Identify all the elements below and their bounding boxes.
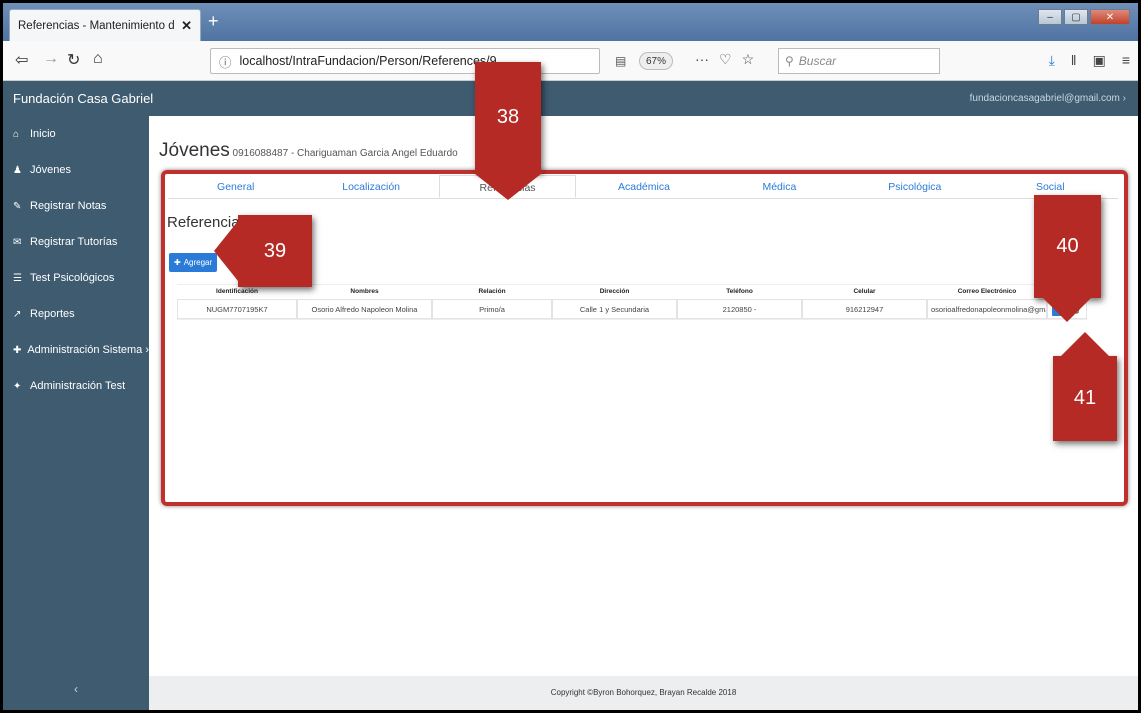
callout-40: 40 (1034, 195, 1101, 298)
test-icon: ✦ (13, 380, 22, 392)
sidebar-item-administracion-test[interactable]: ✦ Administración Test (3, 368, 149, 404)
search-box[interactable]: ⚲ Buscar (778, 48, 940, 74)
window-controls: – ▢ ✕ (1038, 9, 1130, 25)
callout-41-arrow (1060, 332, 1110, 357)
home-icon: ⌂ (13, 128, 20, 140)
reload-icon[interactable]: ↻ (67, 50, 80, 70)
library-icon[interactable]: ‖ (1071, 52, 1077, 69)
bookmark-star-icon[interactable]: ☆ (742, 51, 755, 68)
callout-39: 39 (238, 215, 312, 287)
chart-icon: ↗ (13, 308, 22, 320)
page-header: Jóvenes 0916088487 - Chariguaman Garcia … (159, 140, 458, 162)
callout-39-arrow (214, 221, 238, 281)
page-subtitle: 0916088487 - Chariguaman Garcia Angel Ed… (229, 148, 458, 159)
more-actions-icon[interactable]: ··· (695, 51, 709, 68)
search-icon: ⚲ (785, 54, 794, 68)
callout-41: 41 (1053, 356, 1117, 441)
edit-icon: ✎ (13, 200, 22, 212)
close-window-button[interactable]: ✕ (1090, 9, 1130, 25)
close-tab-icon[interactable]: ✕ (175, 18, 192, 34)
sidebar-item-label: Registrar Tutorías (30, 236, 118, 248)
sidebar-item-jovenes[interactable]: ♟ Jóvenes (3, 152, 149, 188)
menu-icon[interactable]: ≡ (1122, 52, 1130, 69)
browser-tab-title: Referencias - Mantenimiento de Jó (18, 19, 175, 32)
sidebar-collapse-button[interactable]: ‹ (3, 682, 149, 696)
url-text: localhost/IntraFundacion/Person/Referenc… (239, 54, 497, 68)
sidebar-item-label: Administración Sistema › (27, 344, 149, 356)
wrench-icon: ✚ (13, 344, 22, 356)
minimize-button[interactable]: – (1038, 9, 1062, 25)
tutor-icon: ✉ (13, 236, 22, 248)
browser-navbar: ⇦ → ↻ ⌂ ⓘ localhost/IntraFundacion/Perso… (3, 41, 1138, 81)
brand-title[interactable]: Fundación Casa Gabriel (13, 91, 153, 106)
sidebar-item-registrar-notas[interactable]: ✎ Registrar Notas (3, 188, 149, 224)
sidebar-item-label: Jóvenes (30, 164, 71, 176)
pocket-icon[interactable]: ♡ (719, 51, 732, 68)
forward-icon[interactable]: → (43, 50, 59, 68)
sidebar-item-label: Registrar Notas (30, 200, 107, 212)
home-icon[interactable]: ⌂ (93, 50, 103, 68)
back-icon[interactable]: ⇦ (15, 50, 28, 70)
sidebar-item-label: Administración Test (30, 380, 126, 392)
toolbar-icons: ⤓ ‖ ▣ ≡ (1049, 52, 1130, 69)
page-actions: ··· ♡ ☆ (695, 51, 754, 68)
account-menu[interactable]: fundacioncasagabriel@gmail.com › (970, 93, 1126, 104)
sidebar-item-registrar-tutorias[interactable]: ✉ Registrar Tutorías (3, 224, 149, 260)
browser-tab[interactable]: Referencias - Mantenimiento de Jó ✕ (9, 9, 201, 41)
sidebar-item-inicio[interactable]: ⌂ Inicio (3, 116, 149, 152)
sidebar-item-administracion-sistema[interactable]: ✚ Administración Sistema › (3, 332, 149, 368)
sidebar-item-label: Reportes (30, 308, 75, 320)
sidebar-item-reportes[interactable]: ↗ Reportes (3, 296, 149, 332)
app-header: Fundación Casa Gabriel fundacioncasagabr… (3, 81, 1138, 116)
footer: Copyright ©Byron Bohorquez, Brayan Recal… (149, 676, 1138, 710)
sidebar: ⌂ Inicio ♟ Jóvenes ✎ Registrar Notas ✉ Regis… (3, 116, 149, 710)
list-icon: ☰ (13, 272, 22, 284)
browser-titlebar: Referencias - Mantenimiento de Jó ✕ + – … (3, 3, 1138, 41)
user-icon: ♟ (13, 164, 22, 176)
sidebar-item-label: Inicio (30, 128, 56, 140)
sidebar-toggle-icon[interactable]: ▣ (1093, 52, 1106, 69)
maximize-button[interactable]: ▢ (1064, 9, 1088, 25)
reader-view-icon[interactable]: ▤ (615, 54, 626, 68)
sidebar-item-test-psicologicos[interactable]: ☰ Test Psicológicos (3, 260, 149, 296)
url-bar[interactable]: ⓘ localhost/IntraFundacion/Person/Refere… (210, 48, 600, 74)
new-tab-button[interactable]: + (208, 11, 219, 32)
sidebar-item-label: Test Psicológicos (30, 272, 115, 284)
page-title: Jóvenes (159, 140, 230, 161)
zoom-level[interactable]: 67% (639, 52, 674, 70)
callout-38-arrow (470, 170, 546, 200)
download-icon[interactable]: ⤓ (1049, 52, 1055, 69)
callout-38: 38 (475, 62, 541, 172)
callout-40-arrow (1042, 297, 1092, 322)
search-placeholder: Buscar (798, 54, 837, 68)
site-info-icon[interactable]: ⓘ (219, 52, 232, 71)
